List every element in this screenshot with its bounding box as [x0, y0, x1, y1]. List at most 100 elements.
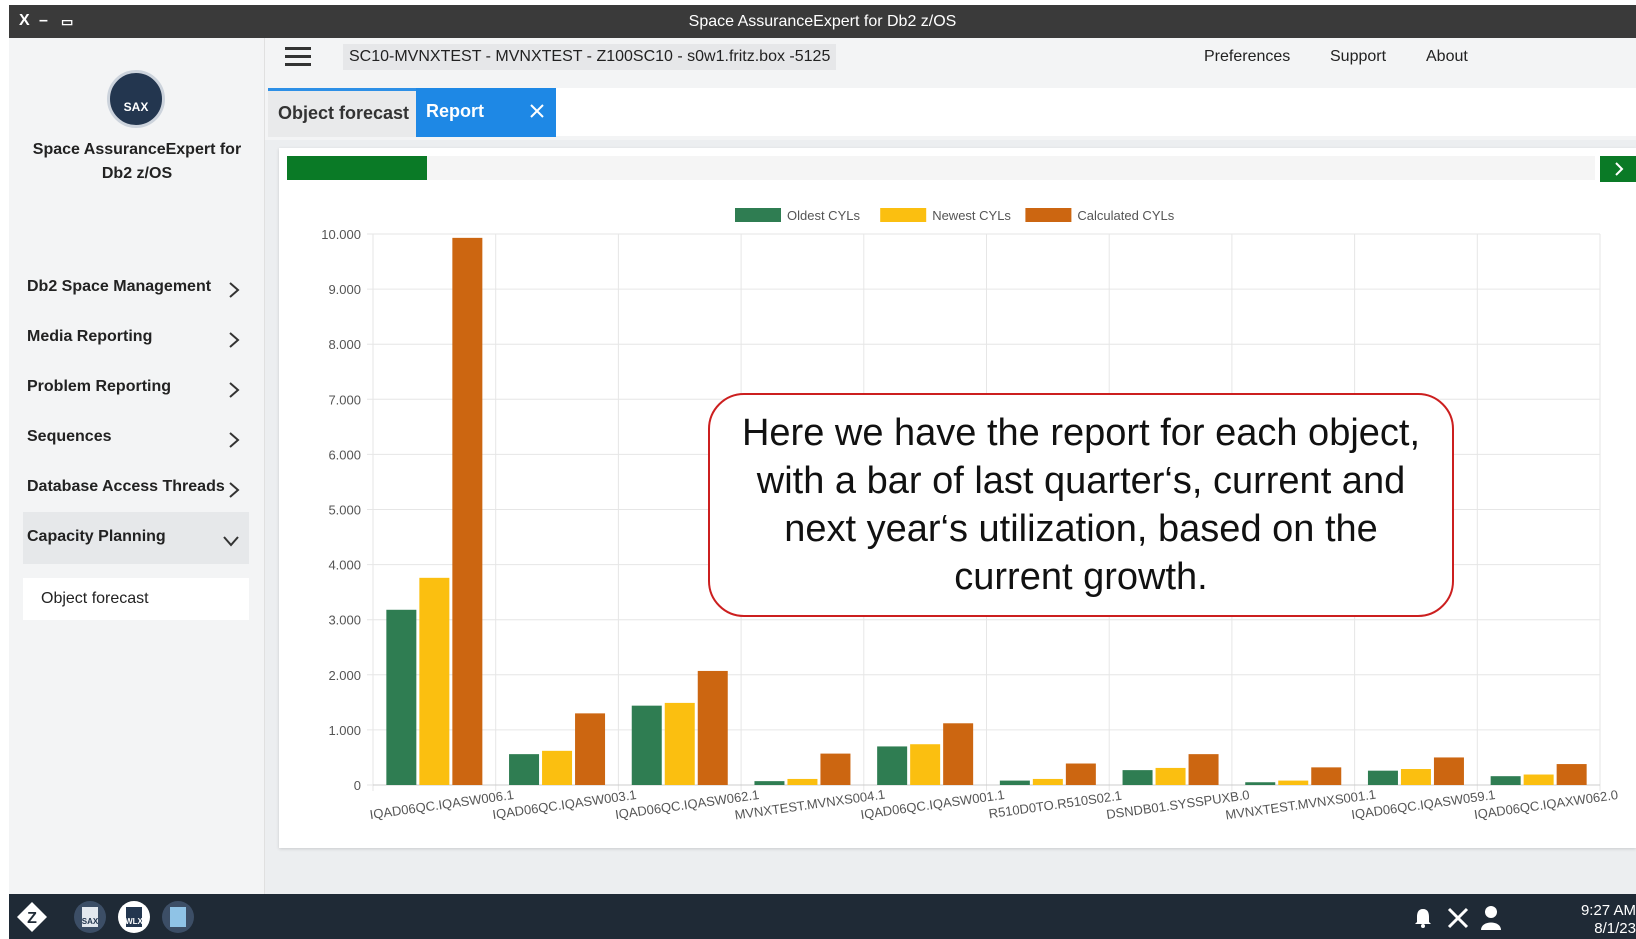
svg-text:Z: Z — [27, 910, 37, 927]
bar — [1278, 780, 1309, 785]
bar — [1556, 764, 1587, 785]
clock-time: 9:27 AM — [1580, 902, 1636, 919]
screen: X – ▭ Space AssuranceExpert for Db2 z/OS… — [0, 0, 1636, 939]
y-tick-label: 9.000 — [328, 282, 361, 297]
tools-icon[interactable] — [1445, 905, 1471, 931]
sidebar-subitem-object-forecast[interactable]: Object forecast — [23, 578, 249, 620]
bar — [1367, 770, 1398, 785]
wlx-app-icon[interactable]: WLX — [117, 900, 151, 934]
bar — [1490, 776, 1521, 785]
sidebar-item-label: Capacity Planning — [27, 528, 166, 545]
bar — [509, 754, 540, 785]
bar — [697, 670, 728, 785]
third-app-icon[interactable] — [161, 900, 195, 934]
legend-label: Calculated CYLs — [1077, 208, 1174, 223]
sidebar-item-label: Sequences — [27, 428, 112, 445]
about-link[interactable]: About — [1426, 48, 1468, 66]
bar — [452, 237, 483, 785]
bar — [1032, 778, 1063, 785]
y-tick-label: 6.000 — [328, 447, 361, 462]
svg-text:SAX: SAX — [82, 917, 99, 926]
sidebar-item-label: Db2 Space Management — [27, 278, 212, 295]
window-titlebar: X – ▭ Space AssuranceExpert for Db2 z/OS — [9, 5, 1636, 38]
chevron-right-icon — [229, 332, 240, 348]
bar — [575, 713, 606, 785]
bar — [820, 753, 851, 785]
chevron-right-icon — [1615, 162, 1624, 176]
sidebar-item-media-reporting[interactable]: Media Reporting — [23, 312, 249, 364]
legend-swatch — [735, 208, 781, 222]
chevron-right-icon — [229, 432, 240, 448]
progress-fill — [287, 156, 427, 180]
y-tick-label: 10.000 — [321, 227, 361, 242]
y-tick-label: 4.000 — [328, 558, 361, 573]
y-tick-label: 0 — [354, 778, 361, 793]
sidebar-item-db2-space-management[interactable]: Db2 Space Management — [23, 262, 249, 314]
x-tick-label: IQAD06QC.IQAXW062.0 — [1473, 787, 1619, 822]
bar — [664, 702, 695, 785]
tab-label: Report — [426, 101, 484, 121]
bell-icon[interactable] — [1411, 906, 1435, 930]
sidebar-item-label: Problem Reporting — [27, 378, 172, 395]
legend-swatch — [1025, 208, 1072, 222]
bar — [1433, 757, 1464, 785]
tab-report[interactable]: Report — [416, 88, 556, 137]
bar — [787, 778, 818, 785]
y-tick-label: 2.000 — [328, 668, 361, 683]
clock: 9:27 AM 8/1/23 — [1581, 902, 1636, 938]
chevron-down-icon — [223, 536, 239, 547]
y-tick-label: 1.000 — [328, 723, 361, 738]
hamburger-menu-icon[interactable] — [285, 47, 311, 67]
sidebar-item-label: Media Reporting — [27, 328, 153, 345]
sidebar: SAX Space AssuranceExpert for Db2 z/OS D… — [9, 38, 265, 894]
zowe-icon[interactable]: Z — [15, 900, 49, 934]
app-name: Space AssuranceExpert for Db2 z/OS — [32, 141, 242, 182]
y-tick-label: 3.000 — [328, 613, 361, 628]
bar — [1523, 774, 1554, 785]
sidebar-item-sequences[interactable]: Sequences — [23, 412, 249, 464]
taskbar: Z SAX WLX 9:27 AM 8/1/23 — [9, 894, 1636, 939]
bar — [631, 705, 662, 785]
clock-date: 8/1/23 — [1594, 920, 1636, 937]
tab-object-forecast[interactable]: Object forecast — [268, 88, 416, 137]
sidebar-item-database-access-threads[interactable]: Database Access Threads — [23, 462, 249, 514]
tab-bar-strip — [555, 88, 1636, 136]
y-tick-label: 8.000 — [328, 337, 361, 352]
sax-app-icon[interactable]: SAX — [73, 900, 107, 934]
bar — [386, 609, 417, 785]
bar — [943, 723, 974, 785]
connection-info: SC10-MVNXTEST - MVNXTEST - Z100SC10 - s0… — [343, 44, 837, 70]
tab-bar: Object forecast Report — [265, 88, 1636, 140]
bar — [1311, 767, 1342, 785]
legend-label: Newest CYLs — [932, 208, 1011, 223]
preferences-link[interactable]: Preferences — [1204, 48, 1290, 66]
x-tick-label: R510D0TO.R510S02.1 — [988, 788, 1123, 822]
bar — [1245, 782, 1276, 785]
sidebar-item-capacity-planning[interactable]: Capacity Planning — [23, 512, 249, 564]
window-title: Space AssuranceExpert for Db2 z/OS — [688, 13, 957, 30]
bar — [542, 750, 573, 785]
bar — [877, 746, 908, 785]
progress-bar — [287, 156, 1595, 180]
chevron-right-icon — [229, 482, 240, 498]
y-tick-label: 5.000 — [328, 503, 361, 518]
callout-text: Here we have the report for each object,… — [741, 412, 1421, 598]
chevron-right-icon — [229, 382, 240, 398]
sidebar-item-label: Database Access Threads — [27, 478, 225, 495]
svg-text:WLX: WLX — [125, 917, 143, 926]
y-tick-label: 7.000 — [328, 392, 361, 407]
support-link[interactable]: Support — [1330, 48, 1386, 66]
tab-label: Object forecast — [278, 103, 410, 123]
user-icon[interactable] — [1479, 904, 1503, 930]
sidebar-item-problem-reporting[interactable]: Problem Reporting — [23, 362, 249, 414]
logo-text: SAX — [123, 100, 149, 114]
bar — [1122, 770, 1153, 785]
bar — [999, 780, 1030, 785]
chevron-right-icon — [229, 282, 240, 298]
bar — [910, 744, 941, 785]
top-header: SC10-MVNXTEST - MVNXTEST - Z100SC10 - s0… — [265, 38, 1636, 88]
app-logo: SAX — [107, 70, 165, 128]
next-button[interactable] — [1600, 156, 1636, 182]
close-icon[interactable] — [528, 102, 546, 120]
bar — [1400, 769, 1431, 785]
